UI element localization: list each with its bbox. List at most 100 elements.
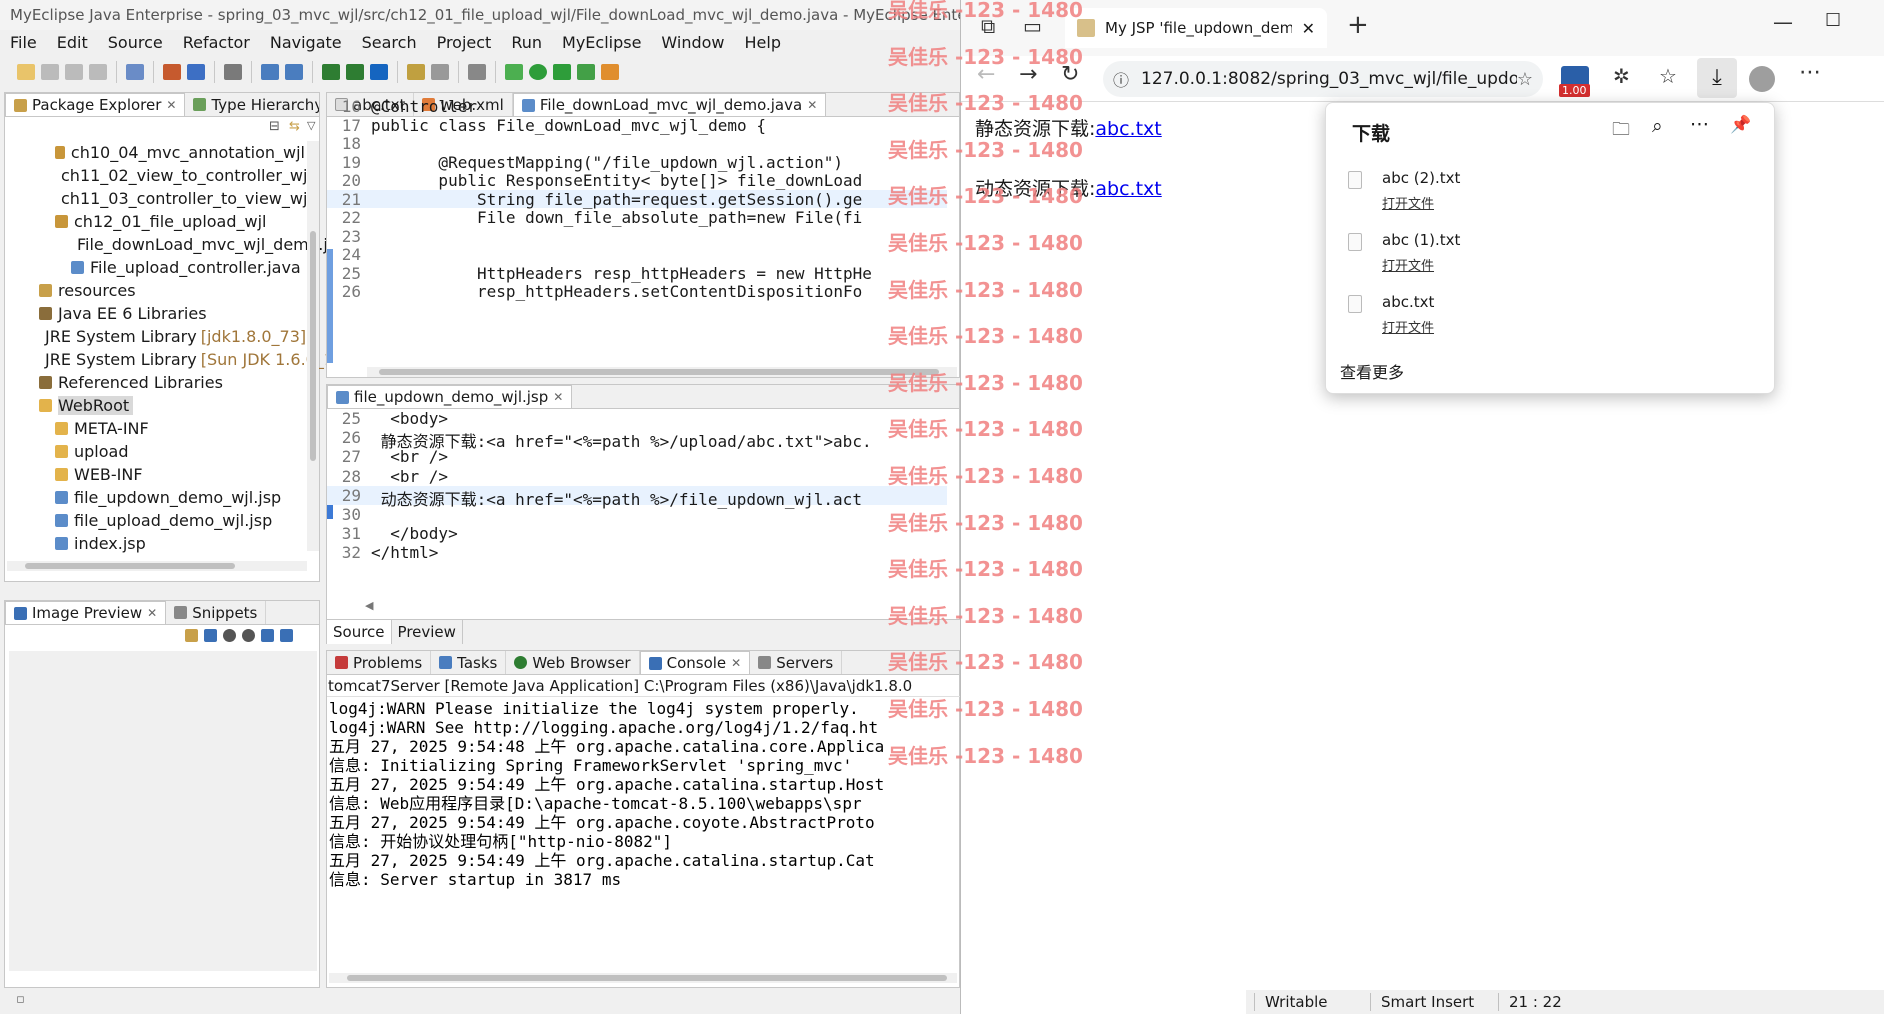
more-menu-icon[interactable]: ⋯ bbox=[1799, 60, 1821, 85]
tree-item[interactable]: file_upload_demo_wjl.jsp bbox=[5, 509, 305, 532]
close-icon[interactable]: ✕ bbox=[166, 98, 176, 112]
more-options-icon[interactable]: ⋯ bbox=[1690, 113, 1709, 135]
menu-refactor[interactable]: Refactor bbox=[173, 33, 260, 52]
new-package-icon[interactable] bbox=[346, 64, 364, 80]
open-type-icon[interactable] bbox=[261, 64, 279, 80]
external-tools-icon[interactable] bbox=[577, 64, 595, 80]
menu-myeclipse[interactable]: MyEclipse bbox=[552, 33, 651, 52]
web-icon[interactable] bbox=[370, 64, 388, 80]
new-class-icon[interactable] bbox=[322, 64, 340, 80]
tree-item[interactable]: resources bbox=[5, 279, 305, 302]
debug-icon[interactable] bbox=[505, 64, 523, 80]
favorites-icon[interactable]: ☆ bbox=[1659, 64, 1677, 88]
tree-item[interactable]: File_upload_controller.java bbox=[5, 256, 305, 279]
browser-tab[interactable]: My JSP 'file_updown_demo_wjl.jsp' ✕ bbox=[1065, 8, 1327, 48]
new-tab-icon[interactable]: + bbox=[1347, 10, 1369, 40]
fit-icon[interactable] bbox=[204, 629, 217, 642]
tree-item[interactable]: upload bbox=[5, 440, 305, 463]
monitor-icon[interactable] bbox=[468, 64, 486, 80]
tree-item[interactable]: ch10_04_mvc_annotation_wjl bbox=[5, 141, 305, 164]
tree-item[interactable]: File_downLoad_mvc_wjl_demo.java bbox=[5, 233, 357, 256]
java-code-area[interactable]: 16 @Controller 17 public class File_downLoa… bbox=[327, 97, 947, 367]
favorite-star-icon[interactable]: ☆ bbox=[1517, 69, 1533, 90]
maximize-icon[interactable]: ☐ bbox=[1825, 10, 1841, 31]
tree-item[interactable]: JRE System Library [Sun JDK 1.6.0_13] bbox=[5, 348, 350, 371]
tab-image-preview[interactable]: Image Preview ✕ bbox=[5, 601, 167, 624]
scroll-left-icon[interactable]: ◀ bbox=[365, 599, 373, 612]
menu-window[interactable]: Window bbox=[651, 33, 734, 52]
address-bar[interactable]: ⓘ 127.0.0.1:8082/spring_03_mvc_wjl/file_… bbox=[1103, 61, 1543, 97]
new-project-icon[interactable] bbox=[126, 64, 144, 80]
explorer-horizontal-scrollbar[interactable] bbox=[7, 561, 307, 571]
zoom-in-icon[interactable] bbox=[242, 629, 255, 642]
menu-navigate[interactable]: Navigate bbox=[260, 33, 352, 52]
tab-package-explorer[interactable]: Package Explorer ✕ bbox=[5, 93, 186, 116]
tab-source[interactable]: Source bbox=[327, 620, 392, 644]
tab-servers[interactable]: Servers bbox=[750, 651, 843, 674]
fit-window-icon[interactable] bbox=[280, 629, 293, 642]
tab-problems[interactable]: Problems bbox=[327, 651, 432, 674]
server-icon[interactable] bbox=[187, 64, 205, 80]
coverage-icon[interactable] bbox=[601, 64, 619, 80]
tree-item[interactable]: Java EE 6 Libraries bbox=[5, 302, 305, 325]
tree-item[interactable]: file_updown_demo_wjl.jsp bbox=[5, 486, 305, 509]
profile-avatar[interactable] bbox=[1749, 66, 1775, 92]
tree-item[interactable]: ch12_01_file_upload_wjl bbox=[5, 210, 305, 233]
open-folder-icon[interactable]: 🗀 bbox=[1612, 117, 1630, 147]
editor-horizontal-scrollbar[interactable] bbox=[367, 367, 957, 377]
menu-help[interactable]: Help bbox=[735, 33, 791, 52]
console-output[interactable]: log4j:WARN Please initialize the log4j s… bbox=[329, 699, 957, 959]
open-file-link[interactable]: 打开文件 bbox=[1382, 317, 1434, 336]
open-file-link[interactable]: 打开文件 bbox=[1382, 255, 1434, 274]
minimize-icon[interactable]: — bbox=[1773, 10, 1793, 34]
dynamic-download-link[interactable]: abc.txt bbox=[1095, 178, 1161, 200]
tab-preview[interactable]: Preview bbox=[392, 620, 463, 644]
collapse-all-icon[interactable]: ⊟ bbox=[269, 119, 280, 134]
tab-snippets[interactable]: Snippets bbox=[166, 601, 267, 624]
tree-item[interactable]: index.jsp bbox=[5, 532, 305, 555]
print-icon[interactable] bbox=[89, 64, 107, 80]
tree-item[interactable]: META-INF bbox=[5, 417, 305, 440]
save-all-icon[interactable] bbox=[65, 64, 83, 80]
close-tab-icon[interactable]: ✕ bbox=[1302, 19, 1315, 38]
console-horizontal-scrollbar[interactable] bbox=[329, 973, 957, 983]
properties-icon[interactable] bbox=[407, 64, 425, 80]
tab-jsp-file[interactable]: file_updown_demo_wjl.jsp ✕ bbox=[327, 385, 573, 408]
close-icon[interactable]: ✕ bbox=[553, 390, 563, 404]
terminal-icon[interactable] bbox=[224, 64, 242, 80]
menu-project[interactable]: Project bbox=[427, 33, 502, 52]
sync-icon[interactable] bbox=[185, 629, 198, 642]
explorer-vertical-scrollbar[interactable] bbox=[307, 141, 319, 551]
deploy-icon[interactable] bbox=[163, 64, 181, 80]
tab-type-hierarchy[interactable]: Type Hierarchy bbox=[185, 93, 319, 116]
tree-item[interactable]: Referenced Libraries bbox=[5, 371, 305, 394]
static-download-link[interactable]: abc.txt bbox=[1095, 118, 1161, 140]
see-more-link[interactable]: 查看更多 bbox=[1340, 359, 1404, 383]
link-editor-icon[interactable]: ⇆ bbox=[289, 119, 300, 134]
save-icon[interactable] bbox=[41, 64, 59, 80]
extensions-puzzle-icon[interactable]: ✲ bbox=[1613, 64, 1630, 88]
tab-console[interactable]: Console ✕ bbox=[639, 651, 751, 674]
tree-item[interactable]: ch11_02_view_to_controller_wjl bbox=[5, 164, 312, 187]
close-icon[interactable]: ✕ bbox=[731, 656, 741, 670]
search-icon[interactable]: ⌕ bbox=[1652, 115, 1663, 137]
menu-run[interactable]: Run bbox=[501, 33, 552, 52]
open-file-link[interactable]: 打开文件 bbox=[1382, 193, 1434, 212]
menu-search[interactable]: Search bbox=[352, 33, 427, 52]
url-text[interactable]: 127.0.0.1:8082/spring_03_mvc_wjl/file_up… bbox=[1141, 69, 1517, 89]
link-icon[interactable] bbox=[431, 64, 449, 80]
tab-web-browser[interactable]: Web Browser bbox=[506, 651, 640, 674]
menu-file[interactable]: File bbox=[0, 33, 47, 52]
menu-source[interactable]: Source bbox=[98, 33, 173, 52]
actual-size-icon[interactable] bbox=[261, 629, 274, 642]
view-menu-icon[interactable]: ▽ bbox=[307, 119, 315, 132]
downloads-icon[interactable]: ⤓ bbox=[1697, 58, 1737, 98]
new-icon[interactable] bbox=[17, 64, 35, 80]
pin-icon[interactable]: 📌 bbox=[1730, 115, 1751, 135]
menu-edit[interactable]: Edit bbox=[47, 33, 98, 52]
close-icon[interactable]: ✕ bbox=[147, 606, 157, 620]
open-resource-icon[interactable] bbox=[285, 64, 303, 80]
info-icon[interactable]: ⓘ bbox=[1113, 67, 1129, 91]
run-icon[interactable] bbox=[529, 64, 547, 80]
zoom-out-icon[interactable] bbox=[223, 629, 236, 642]
